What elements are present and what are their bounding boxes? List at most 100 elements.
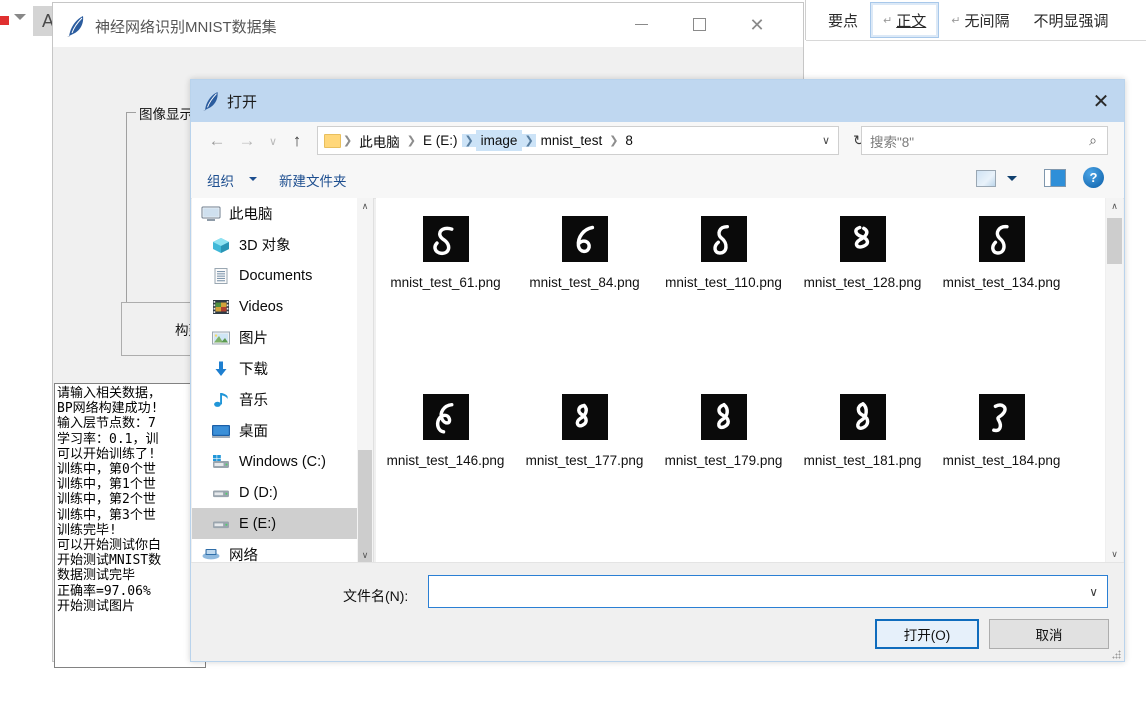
file-item[interactable]: mnist_test_110.png	[654, 198, 793, 373]
minimize-button[interactable]	[618, 3, 664, 46]
organize-button[interactable]: 组织	[207, 170, 234, 190]
nav-item-1[interactable]: 3D 对象	[192, 229, 372, 260]
file-name-label: mnist_test_128.png	[803, 275, 922, 290]
search-icon: ⌕	[1089, 132, 1097, 148]
recent-locations-button[interactable]: ∨	[261, 129, 285, 153]
nav-item-label: 网络	[229, 548, 258, 563]
nav-item-0[interactable]: 此电脑	[192, 198, 372, 229]
chevron-down-icon[interactable]: ∨	[822, 134, 830, 147]
log-output-text: 请输入相关数据， BP网络构建成功! 输入层节点数：7 学习率：0.1，训 可以…	[57, 386, 162, 614]
dialog-toolbar: 组织 新建文件夹 ?	[191, 160, 1124, 199]
file-item[interactable]: mnist_test_84.png	[515, 198, 654, 373]
up-one-level-button[interactable]: ↑	[285, 129, 309, 153]
dialog-footer: 文件名(N): ∨ 打开(O) 取消	[191, 562, 1124, 661]
file-thumbnail-digit-8	[978, 394, 1025, 440]
pane-splitter[interactable]	[373, 198, 374, 563]
style-gallery-item-label: 要点	[828, 12, 859, 30]
filename-input[interactable]: ∨	[428, 575, 1108, 608]
caret-down-icon[interactable]	[14, 14, 26, 20]
file-thumbnail-digit-8	[978, 216, 1025, 262]
style-gallery-item-0[interactable]: 要点	[816, 3, 870, 37]
resize-grip[interactable]	[1112, 650, 1121, 659]
file-name-label: mnist_test_134.png	[942, 275, 1061, 290]
nav-item-5[interactable]: 下载	[192, 353, 372, 384]
help-icon[interactable]: ?	[1083, 167, 1104, 188]
breadcrumb-separator: ❯	[522, 134, 536, 147]
file-thumbnail-digit-8	[561, 216, 608, 262]
caret-down-icon[interactable]	[1007, 176, 1017, 181]
style-gallery-item-3[interactable]: 不明显强调	[1021, 3, 1120, 37]
nav-item-4[interactable]: 图片	[192, 322, 372, 353]
downloads-icon	[210, 360, 232, 378]
file-item[interactable]: mnist_test_179.png	[654, 376, 793, 551]
search-input[interactable]: 搜索"8" ⌕	[861, 126, 1108, 155]
back-button[interactable]: ←	[205, 129, 229, 153]
highlight-color-swatch	[0, 16, 9, 25]
nav-item-11[interactable]: 网络	[192, 539, 372, 563]
breadcrumb-segment-1[interactable]: E (E:)	[418, 130, 463, 151]
breadcrumb-segment-0[interactable]: 此电脑	[354, 128, 405, 154]
nav-item-8[interactable]: Windows (C:)	[192, 446, 372, 477]
style-gallery-item-1[interactable]: ↵ 正文	[870, 2, 940, 38]
navigation-scrollbar[interactable]: ∧ ∨	[357, 198, 373, 570]
file-item[interactable]: mnist_test_146.png	[376, 376, 515, 551]
breadcrumb-separator: ❯	[406, 135, 416, 147]
scrollbar-thumb[interactable]	[1107, 218, 1122, 264]
nav-item-10[interactable]: E (E:)	[192, 508, 372, 539]
breadcrumb-segment-4[interactable]: 8	[620, 130, 638, 151]
nav-item-7[interactable]: 桌面	[192, 415, 372, 446]
close-button[interactable]: ✕	[734, 3, 780, 46]
caret-down-icon[interactable]	[249, 177, 257, 181]
breadcrumb-separator: ❯	[343, 135, 353, 147]
breadcrumb-segment-3[interactable]: mnist_test	[536, 130, 608, 151]
nav-item-label: 3D 对象	[239, 238, 291, 254]
view-layout-icon[interactable]	[976, 170, 996, 187]
file-item[interactable]: mnist_test_61.png	[376, 198, 515, 373]
style-gallery-item-2[interactable]: ↵ 无间隔	[939, 3, 1021, 37]
breadcrumb-segment-2[interactable]: image	[475, 130, 523, 151]
breadcrumb[interactable]: ❯ 此电脑 ❯ E (E:) ❯ image ❯ mnist_test ❯ 8 ∨	[317, 126, 839, 155]
forward-button[interactable]: →	[235, 129, 259, 153]
dialog-titlebar: 打开 ✕	[191, 80, 1124, 122]
style-gallery[interactable]: 要点 ↵ 正文 ↵ 无间隔 不明显强调	[816, 0, 1121, 40]
open-button[interactable]: 打开(O)	[875, 619, 979, 649]
preview-pane-icon[interactable]	[1044, 169, 1066, 187]
file-item[interactable]: mnist_test_177.png	[515, 376, 654, 551]
chevron-down-icon[interactable]: ∨	[1089, 585, 1098, 599]
chevron-down-icon[interactable]: ∨	[357, 547, 373, 563]
window-title: 神经网络识别MNIST数据集	[95, 19, 277, 36]
dialog-close-button[interactable]: ✕	[1078, 80, 1124, 122]
style-gallery-item-label: 无间隔	[964, 12, 1010, 30]
file-item[interactable]: mnist_test_134.png	[932, 198, 1071, 373]
file-thumbnail-digit-8	[700, 394, 747, 440]
cancel-button[interactable]: 取消	[989, 619, 1109, 649]
dialog-title: 打开	[227, 94, 258, 111]
new-folder-button[interactable]: 新建文件夹	[279, 170, 347, 190]
file-item[interactable]: mnist_test_181.png	[793, 376, 932, 551]
nav-item-3[interactable]: Videos	[192, 291, 372, 322]
file-item[interactable]: mnist_test_184.png	[932, 376, 1071, 551]
file-name-label: mnist_test_110.png	[665, 275, 782, 290]
folder-icon	[324, 133, 341, 148]
chevron-up-icon[interactable]: ∧	[357, 198, 373, 214]
file-list-scrollbar[interactable]: ∧ ∨	[1105, 198, 1123, 563]
file-thumbnail-digit-8	[700, 216, 747, 262]
nav-item-label: E (E:)	[239, 515, 277, 532]
maximize-button[interactable]	[676, 3, 722, 46]
search-placeholder: 搜索"8"	[870, 134, 915, 150]
chevron-up-icon[interactable]: ∧	[1106, 198, 1123, 215]
chevron-down-icon[interactable]: ∨	[1106, 546, 1123, 563]
nav-item-9[interactable]: D (D:)	[192, 477, 372, 508]
file-thumbnail-digit-8	[422, 216, 469, 262]
breadcrumb-items: ❯ 此电脑 ❯ E (E:) ❯ image ❯ mnist_test ❯ 8	[341, 128, 638, 154]
file-list-pane[interactable]: mnist_test_61.png mnist_test_84.png mnist_…	[376, 198, 1106, 563]
log-output-box[interactable]: 请输入相关数据， BP网络构建成功! 输入层节点数：7 学习率：0.1，训 可以…	[54, 383, 206, 668]
nav-item-2[interactable]: Documents	[192, 260, 372, 291]
file-item[interactable]: mnist_test_128.png	[793, 198, 932, 373]
file-name-label: mnist_test_181.png	[803, 453, 922, 468]
videos-icon	[210, 298, 232, 316]
nav-item-6[interactable]: 音乐	[192, 384, 372, 415]
windows-drive-icon	[210, 453, 232, 471]
nav-item-label: Videos	[239, 298, 284, 315]
window-titlebar: 神经网络识别MNIST数据集 ✕	[53, 3, 803, 48]
